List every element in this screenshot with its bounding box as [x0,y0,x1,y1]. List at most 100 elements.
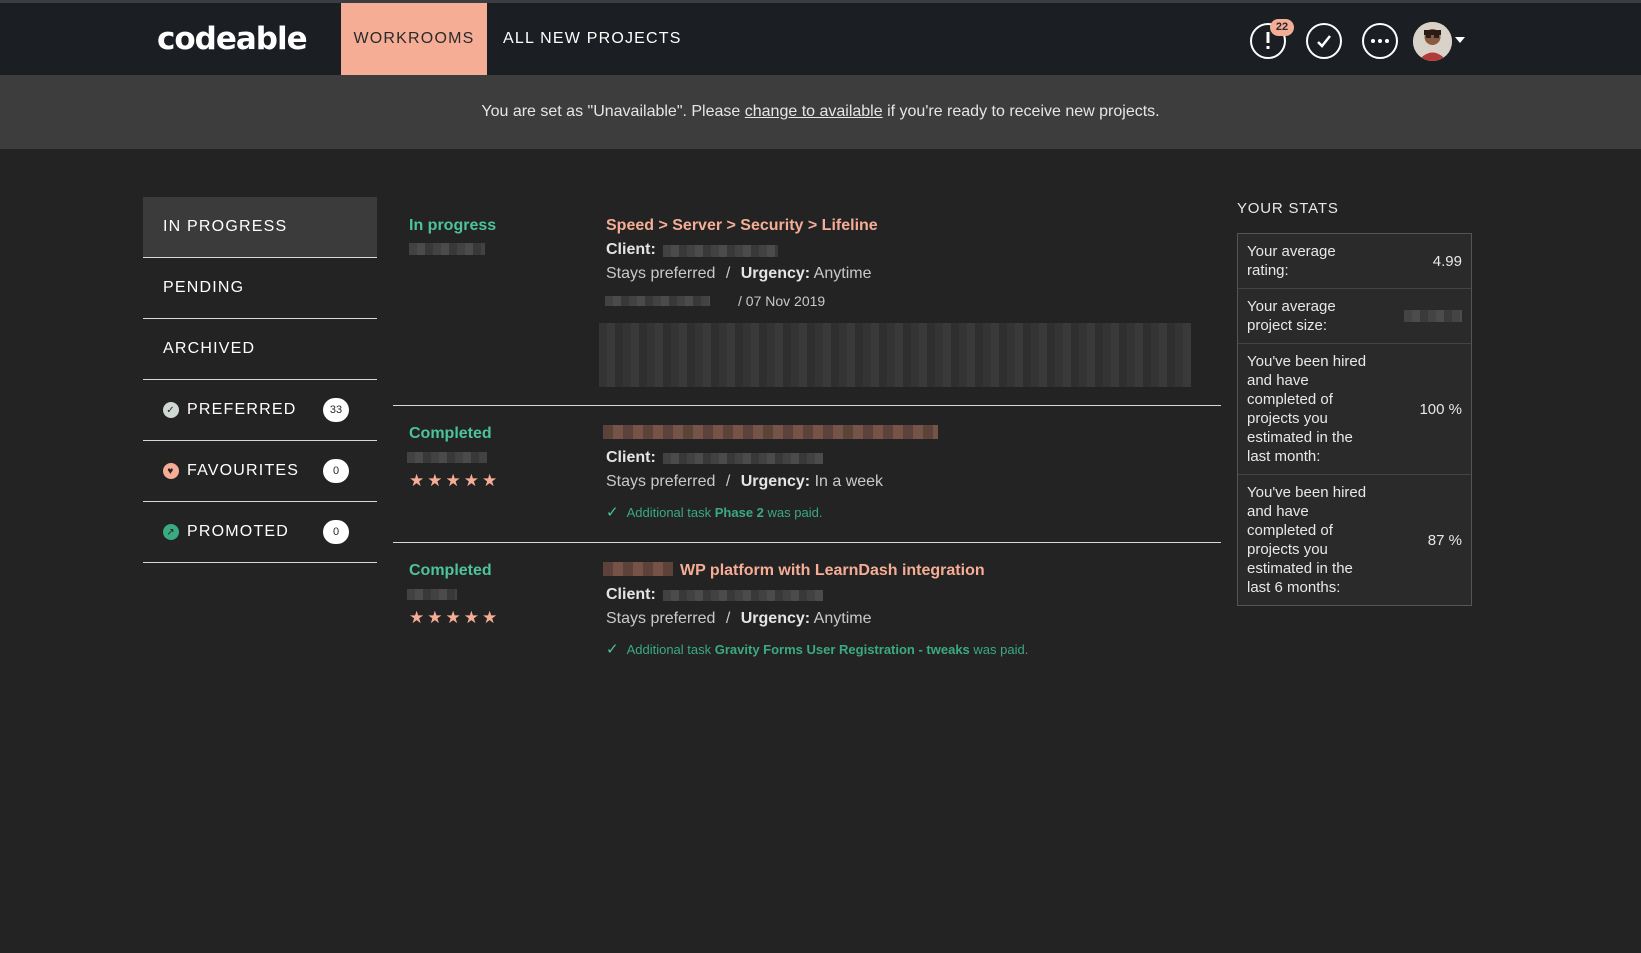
meta-separator: / [725,610,731,627]
message-date: / 07 Nov 2019 [738,293,826,309]
project-status: Completed [409,425,492,442]
sidebar-item-favourites[interactable]: ♥ FAVOURITES 0 [143,441,377,502]
project-row[interactable]: Completed ★★★★★ WP platform with LearnDa… [393,543,1221,680]
redacted-project-size [1404,310,1462,322]
tab-workrooms[interactable]: WORKROOMS [341,3,487,75]
paid-task-name: Gravity Forms User Registration - tweaks [714,642,970,657]
availability-notice: You are set as "Unavailable". Please cha… [0,75,1641,149]
stat-label: You've been hired and have completed of … [1247,484,1367,596]
paid-prefix: Additional task [626,505,715,520]
project-meta: Stays preferred / Urgency: Anytime [606,265,871,283]
project-row[interactable]: In progress Speed > Server > Security > … [393,197,1221,406]
sidebar-item-label: FAVOURITES [187,462,300,479]
more-menu-button[interactable] [1362,23,1398,59]
notice-text-before: You are set as "Unavailable". Please [481,103,745,120]
user-avatar[interactable] [1413,22,1452,61]
redacted-client-name [663,453,823,464]
paid-suffix: was paid. [969,642,1029,657]
project-client: Client: [606,241,656,259]
urgency-value: In a week [814,473,884,490]
project-list: In progress Speed > Server > Security > … [393,197,1221,680]
caret-down-icon[interactable] [1455,37,1465,43]
arrow-up-right-icon: ↗ [163,524,179,540]
stat-average-project-size: Your average project size: [1238,289,1471,344]
paid-task-name: Phase 2 [714,505,764,520]
project-client: Client: [606,449,656,467]
stat-completion-last-month: You've been hired and have completed of … [1238,344,1471,475]
redacted-client-name [663,590,823,601]
stats-title: YOUR STATS [1237,200,1339,217]
top-navbar: codeable WORKROOMS ALL NEW PROJECTS 22 [0,0,1641,75]
client-label: Client: [606,449,656,466]
redacted-author [605,296,710,306]
checkmark-icon: ✓ [606,504,619,521]
sidebar-item-archived[interactable]: ARCHIVED [143,319,377,380]
urgency-value: Anytime [813,265,872,282]
heart-icon: ♥ [163,463,179,479]
checkmark-icon: ✓ [606,641,619,658]
redacted-message [599,323,1191,387]
project-status: In progress [409,217,497,234]
alert-icon [1266,32,1270,49]
promoted-count-badge: 0 [323,520,349,544]
paid-task-notice: ✓ Additional task Gravity Forms User Regi… [606,640,1028,658]
project-title[interactable]: Speed > Server > Security > Lifeline [606,217,878,235]
stat-label: You've been hired and have completed of … [1247,353,1367,465]
stat-label: Your average project size: [1247,298,1336,334]
project-meta: Stays preferred / Urgency: Anytime [606,610,871,628]
stat-value: 100 % [1419,400,1462,418]
codeable-logo[interactable]: codeable [157,21,308,57]
change-to-available-link[interactable]: change to available [745,103,883,120]
preferred-count-badge: 33 [323,398,349,422]
redacted-date [409,243,485,255]
stat-completion-last-6-months: You've been hired and have completed of … [1238,475,1471,605]
sidebar-item-promoted[interactable]: ↗ PROMOTED 0 [143,502,377,563]
client-label: Client: [606,586,656,603]
stat-value: 87 % [1427,531,1462,549]
urgency-label: Urgency: [740,265,811,282]
rating-stars: ★★★★★ [409,608,501,627]
project-meta: Stays preferred / Urgency: In a week [606,473,883,491]
urgency-label: Urgency: [740,610,811,627]
sidebar-item-in-progress[interactable]: IN PROGRESS [143,197,377,258]
project-client: Client: [606,586,656,604]
sidebar-item-preferred[interactable]: ✓ PREFERRED 33 [143,380,377,441]
user-portrait-icon [1413,22,1452,61]
sidebar-item-label: PREFERRED [187,401,297,418]
checkmark-icon [1317,35,1331,48]
sidebar-item-label: ARCHIVED [163,340,256,357]
preferred-text: Stays preferred [606,610,716,627]
project-row[interactable]: Completed ★★★★★ Client: Stays preferred … [393,406,1221,543]
check-circle-icon: ✓ [163,402,179,418]
sidebar-item-label: IN PROGRESS [163,218,288,235]
stat-average-rating: Your average rating: 4.99 [1238,234,1471,289]
rating-stars: ★★★★★ [409,471,501,490]
notice-text-after: if you're ready to receive new projects. [882,103,1160,120]
more-dots-icon [1371,39,1389,43]
tasks-button[interactable] [1306,23,1342,59]
client-label: Client: [606,241,656,258]
sidebar-item-label: PROMOTED [187,523,290,540]
sidebar-item-label: PENDING [163,279,245,296]
sidebar-item-pending[interactable]: PENDING [143,258,377,319]
urgency-label: Urgency: [740,473,811,490]
redacted-client-name [663,245,778,257]
redacted-title-prefix [603,562,673,576]
notifications-badge: 22 [1270,19,1294,36]
favourites-count-badge: 0 [323,459,349,483]
paid-suffix: was paid. [763,505,823,520]
preferred-text: Stays preferred [606,265,716,282]
workroom-sidebar: IN PROGRESS PENDING ARCHIVED ✓ PREFERRED… [143,197,377,563]
project-status: Completed [409,562,492,579]
redacted-date [407,452,487,463]
project-title[interactable]: WP platform with LearnDash integration [680,562,985,580]
notifications-button[interactable]: 22 [1250,19,1294,59]
stat-value: 4.99 [1432,252,1462,270]
redacted-project-title[interactable] [603,425,938,439]
paid-prefix: Additional task [626,642,715,657]
tab-all-new-projects[interactable]: ALL NEW PROJECTS [491,3,694,75]
paid-task-notice: ✓ Additional task Phase 2 was paid. [606,503,822,521]
meta-separator: / [725,473,731,490]
redacted-date [407,589,457,600]
meta-separator: / [725,265,731,282]
